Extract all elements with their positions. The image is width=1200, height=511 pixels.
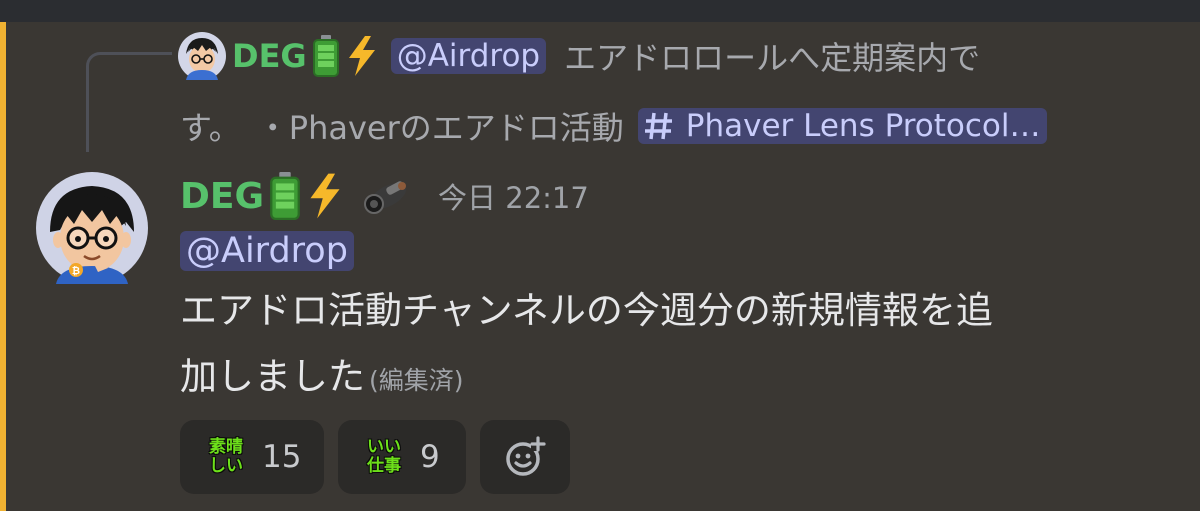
battery-icon [270,172,300,220]
reply-preview[interactable]: す。 ・Phaverのエアドロ活動 Phaver Lens Protocol… [180,100,1047,152]
channel-link[interactable]: Phaver Lens Protocol… [637,108,1047,144]
lightning-icon [348,36,375,76]
reply-text-line1: エアドロロールへ定期案内で [564,39,981,77]
add-reaction-button[interactable] [480,420,570,494]
reaction-emoji-top: 素晴 [209,437,243,457]
message-body-line2: 加しました [180,355,365,398]
reply-author-name[interactable]: DEG [232,37,307,75]
reply-mention[interactable]: @Airdrop [390,38,547,74]
reaction-iishigoto[interactable]: いい 仕事 9 [338,420,466,494]
top-bar [0,0,1200,22]
message-timestamp[interactable]: 今日 22:17 [438,175,589,217]
mention-line: @Airdrop [180,226,354,276]
channel-name: Phaver Lens Protocol… [685,108,1041,144]
lightning-icon [310,173,340,219]
iishigoto-emoji-icon: いい 仕事 [360,433,408,481]
message-body-line1: エアドロ活動チャンネルの今週分の新規情報を追 [180,289,993,332]
reaction-subarashii[interactable]: 素晴 しい 15 [180,420,324,494]
message-body-line2-wrap: 加しました (編集済) [180,344,1180,414]
reply-spine [86,52,172,152]
reaction-emoji-top: いい [367,437,401,457]
reply-avatar[interactable] [178,32,226,80]
add-reaction-icon [506,436,546,476]
message-body: エアドロ活動チャンネルの今週分の新規情報を追 加しました (編集済) [180,278,1180,414]
edited-label: (編集済) [369,366,464,395]
reply-text-line2: す。 ・Phaverのエアドロ活動 [180,109,624,147]
battery-icon [312,35,339,77]
svg-text:₿: ₿ [72,265,80,277]
message-header: DEG 今日 22:17 [180,168,589,224]
author-avatar[interactable]: ₿ [36,172,148,284]
mention-highlight-bar [0,22,6,511]
reply-header[interactable]: DEG @Airdrop エアドロロールへ定期案内で [232,30,980,82]
reaction-bar: 素晴 しい 15 いい 仕事 9 [180,420,570,494]
role-mention[interactable]: @Airdrop [180,231,354,271]
reaction-count: 15 [262,439,302,475]
reaction-emoji-bottom: 仕事 [367,456,401,476]
reaction-count: 9 [420,439,440,475]
camera-badge-icon[interactable] [360,174,414,218]
author-name[interactable]: DEG [180,176,264,217]
reaction-emoji-bottom: しい [209,456,243,476]
subarashii-emoji-icon: 素晴 しい [202,433,250,481]
hash-icon [644,112,672,140]
